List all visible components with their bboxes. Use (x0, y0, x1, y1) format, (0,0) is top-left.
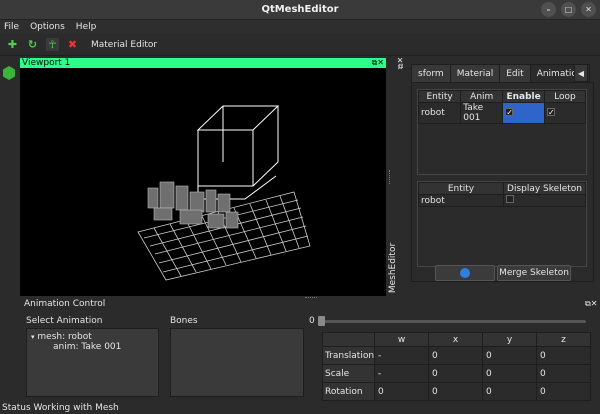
cell-rotation-y[interactable]: 0 (482, 382, 538, 401)
viewport-canvas[interactable] (20, 68, 386, 296)
tab-scroll-left-icon[interactable]: ◀ (574, 64, 588, 82)
enable-checkbox[interactable]: ✓ (505, 108, 514, 117)
table-row: Rotation 0 0 0 0 (321, 382, 592, 401)
cell-scale-y[interactable]: 0 (482, 364, 538, 383)
bones-label: Bones (170, 316, 198, 326)
figure-icon[interactable]: ☥ (46, 38, 59, 51)
col-enable[interactable]: Enable (502, 90, 545, 103)
table-row[interactable]: robot Take 001 ✓ ✓ (417, 102, 587, 124)
cell-entity: robot (418, 194, 504, 207)
animation-tab-panel: Entity Anim Enable Loop robot Take 001 ✓… (411, 82, 594, 282)
animation-table: Entity Anim Enable Loop robot Take 001 ✓… (417, 89, 587, 175)
left-dock (0, 58, 18, 296)
play-button[interactable] (435, 265, 495, 281)
col-w: w (374, 332, 430, 347)
corner-header (321, 332, 376, 347)
cell-scale-x[interactable]: 0 (428, 364, 484, 383)
menu-help[interactable]: Help (76, 22, 97, 32)
play-icon (460, 268, 470, 278)
dock-title-bar: ⧉✕ MeshEditor (388, 57, 407, 296)
cell-scale-z[interactable]: 0 (536, 364, 592, 383)
menu-options[interactable]: Options (30, 22, 65, 32)
window-title: QtMeshEditor (261, 4, 339, 15)
col-entity[interactable]: Entity (418, 182, 504, 195)
select-animation-label: Select Animation (26, 316, 103, 326)
col-y: y (482, 332, 538, 347)
col-x: x (428, 332, 484, 347)
display-skeleton-checkbox[interactable] (506, 195, 514, 203)
col-entity[interactable]: Entity (417, 90, 462, 103)
viewport-header: Viewport 1 ⧉✕ (20, 58, 386, 68)
col-loop[interactable]: Loop (543, 90, 587, 103)
scene-render (137, 105, 311, 281)
timeline-slider[interactable] (320, 320, 586, 323)
dock-close-icon[interactable]: ⧉✕ (396, 57, 406, 69)
cell-loop[interactable]: ✓ (543, 102, 587, 124)
chevron-down-icon[interactable]: ▾ (31, 333, 35, 341)
animation-dock-controls-icon[interactable]: ⧉✕ (585, 299, 597, 309)
cell-rotation-z[interactable]: 0 (536, 382, 592, 401)
animation-tree[interactable]: ▾ mesh: robot anim: Take 001 (26, 328, 159, 397)
cell-rotation-w[interactable]: 0 (374, 382, 430, 401)
tree-node-mesh-label: mesh: robot (37, 332, 92, 342)
slider-value: 0 (309, 316, 315, 326)
mesh-editor-dock: ⧉✕ MeshEditor sform Material Edit Animat… (388, 57, 600, 296)
cube-icon[interactable] (3, 66, 15, 80)
skeleton-table: Entity Display Skeleton robot (417, 181, 587, 267)
col-anim[interactable]: Anim (460, 90, 504, 103)
delete-icon[interactable]: ✖ (66, 38, 79, 51)
refresh-icon[interactable]: ↻ (26, 38, 39, 51)
col-display-skeleton[interactable]: Display Skeleton (503, 182, 586, 195)
table-row: Scale - 0 0 0 (321, 364, 592, 383)
tree-node-mesh[interactable]: ▾ mesh: robot (31, 332, 92, 342)
cell-scale-w[interactable]: - (374, 364, 430, 383)
animation-control-title: Animation Control (24, 299, 106, 309)
menu-file[interactable]: File (4, 22, 19, 32)
tree-node-anim[interactable]: anim: Take 001 (53, 342, 121, 352)
cell-translation-z[interactable]: 0 (536, 346, 592, 365)
cell-display-skeleton[interactable] (503, 194, 586, 207)
menu-bar: File Options Help (0, 20, 600, 34)
col-z: z (536, 332, 592, 347)
bones-list[interactable] (170, 328, 304, 397)
plus-icon[interactable]: ✚ (6, 38, 19, 51)
row-scale: Scale (321, 364, 376, 383)
maximize-icon[interactable]: □ (561, 2, 576, 17)
loop-checkbox[interactable]: ✓ (546, 108, 555, 117)
transform-table: w x y z Translation - 0 0 0 Scale - 0 0 … (321, 332, 592, 401)
table-row: Translation - 0 0 0 (321, 346, 592, 365)
title-bar: QtMeshEditor – □ ✕ (0, 0, 600, 20)
cell-rotation-x[interactable]: 0 (428, 382, 484, 401)
cell-entity: robot (417, 102, 462, 124)
tab-material[interactable]: Material (449, 64, 501, 82)
cell-translation-x[interactable]: 0 (428, 346, 484, 365)
window-controls: – □ ✕ (541, 2, 596, 17)
tab-edit[interactable]: Edit (499, 64, 531, 82)
toolbar: ✚ ↻ ☥ ✖ Material Editor (0, 34, 600, 56)
viewport-controls-icon[interactable]: ⧉✕ (372, 58, 384, 68)
tab-transform[interactable]: sform (411, 64, 451, 82)
material-editor-button[interactable]: Material Editor (91, 40, 157, 50)
cell-translation-w[interactable]: - (374, 346, 430, 365)
merge-skeleton-button[interactable]: Merge Skeleton (497, 265, 571, 281)
cell-enable[interactable]: ✓ (502, 102, 545, 124)
cell-translation-y[interactable]: 0 (482, 346, 538, 365)
cell-anim: Take 001 (460, 102, 504, 124)
row-rotation: Rotation (321, 382, 376, 401)
status-bar: Status Working with Mesh (2, 403, 119, 413)
dock-title: MeshEditor (388, 242, 399, 294)
row-translation: Translation (321, 346, 376, 365)
minimize-icon[interactable]: – (541, 2, 556, 17)
close-icon[interactable]: ✕ (581, 2, 596, 17)
table-row[interactable]: robot (418, 194, 586, 207)
viewport-title: Viewport 1 (22, 58, 71, 68)
tab-bar: sform Material Edit Animation (411, 64, 590, 82)
slider-handle[interactable] (318, 316, 325, 326)
